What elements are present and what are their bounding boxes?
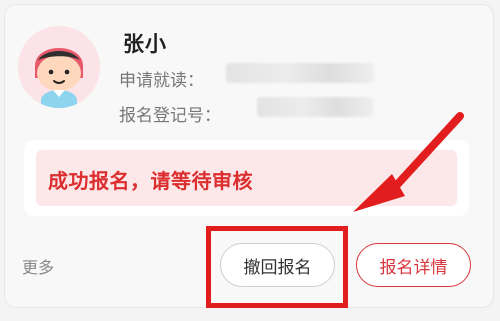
apply-school-label: 申请就读： <box>119 71 204 91</box>
child-avatar-icon <box>18 26 100 108</box>
status-banner: 成功报名，请等待审核 <box>36 150 457 206</box>
status-message: 成功报名，请等待审核 <box>48 169 253 193</box>
applicant-name: 张小 <box>123 32 167 56</box>
registration-details-button[interactable]: 报名详情 <box>356 243 471 287</box>
apply-school-value-redacted <box>226 63 374 83</box>
registration-number-value-redacted <box>257 97 373 117</box>
more-link[interactable]: 更多 <box>22 254 54 278</box>
withdraw-registration-button[interactable]: 撤回报名 <box>220 243 335 287</box>
registration-number-label: 报名登记号： <box>119 106 221 126</box>
page: 张小 申请就读： 报名登记号： 成功报名，请等待审核 更多 撤回报名 报名详情 <box>0 0 500 321</box>
status-box: 成功报名，请等待审核 <box>24 140 469 216</box>
